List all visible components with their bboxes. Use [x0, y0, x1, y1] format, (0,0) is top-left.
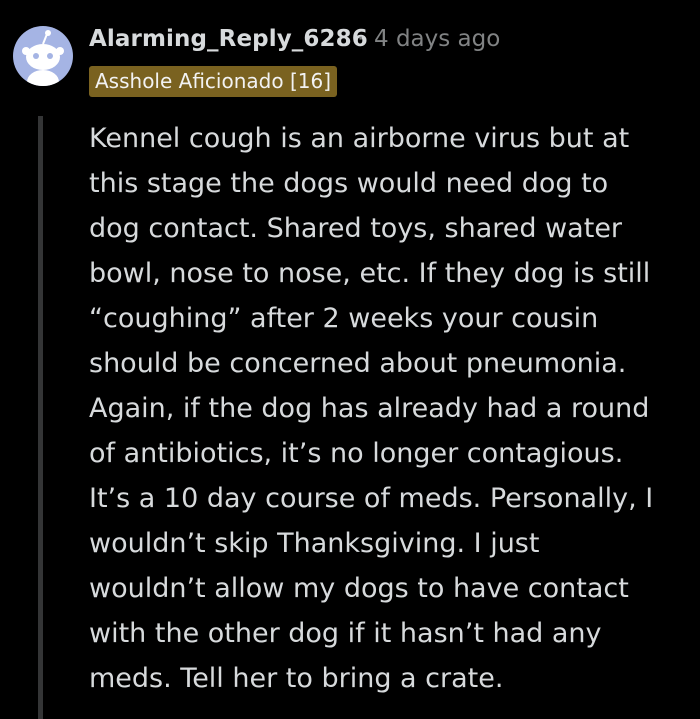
- comment-body-line: with the other dog if it hasn’t had any: [89, 618, 602, 649]
- user-flair: Asshole Aficionado [16]: [89, 66, 337, 97]
- comment-body-line: this stage the dogs would need dog to: [89, 168, 609, 199]
- comment-body-line: Kennel cough is an airborne virus but at: [89, 123, 630, 154]
- comment: Alarming_Reply_6286 · 4 days ago Asshole…: [0, 0, 700, 719]
- meta-separator: ·: [357, 26, 365, 52]
- comment-body-line: wouldn’t allow my dogs to have contact: [89, 573, 629, 604]
- comment-body-line: It’s a 10 day course of meds. Personally…: [89, 483, 654, 514]
- comment-body-line: Again, if the dog has already had a roun…: [89, 393, 650, 424]
- comment-body: Kennel cough is an airborne virus but at…: [89, 116, 689, 701]
- comment-body-line: should be concerned about pneumonia.: [89, 348, 627, 379]
- comment-author[interactable]: Alarming_Reply_6286: [89, 24, 368, 54]
- thread-collapse-line[interactable]: [38, 116, 43, 719]
- comment-body-line: bowl, nose to nose, etc. If they dog is …: [89, 258, 651, 289]
- comment-body-line: wouldn’t skip Thanksgiving. I just: [89, 528, 540, 559]
- comment-body-line: of antibiotics, it’s no longer contagiou…: [89, 438, 624, 469]
- comment-body-line: dog contact. Shared toys, shared water: [89, 213, 623, 244]
- snoo-avatar-icon: [22, 30, 64, 86]
- comment-body-line: meds. Tell her to bring a crate.: [89, 663, 504, 694]
- comment-timestamp[interactable]: 4 days ago: [374, 24, 500, 54]
- comment-body-line: “coughing” after 2 weeks your cousin: [89, 303, 599, 334]
- avatar[interactable]: [13, 26, 73, 86]
